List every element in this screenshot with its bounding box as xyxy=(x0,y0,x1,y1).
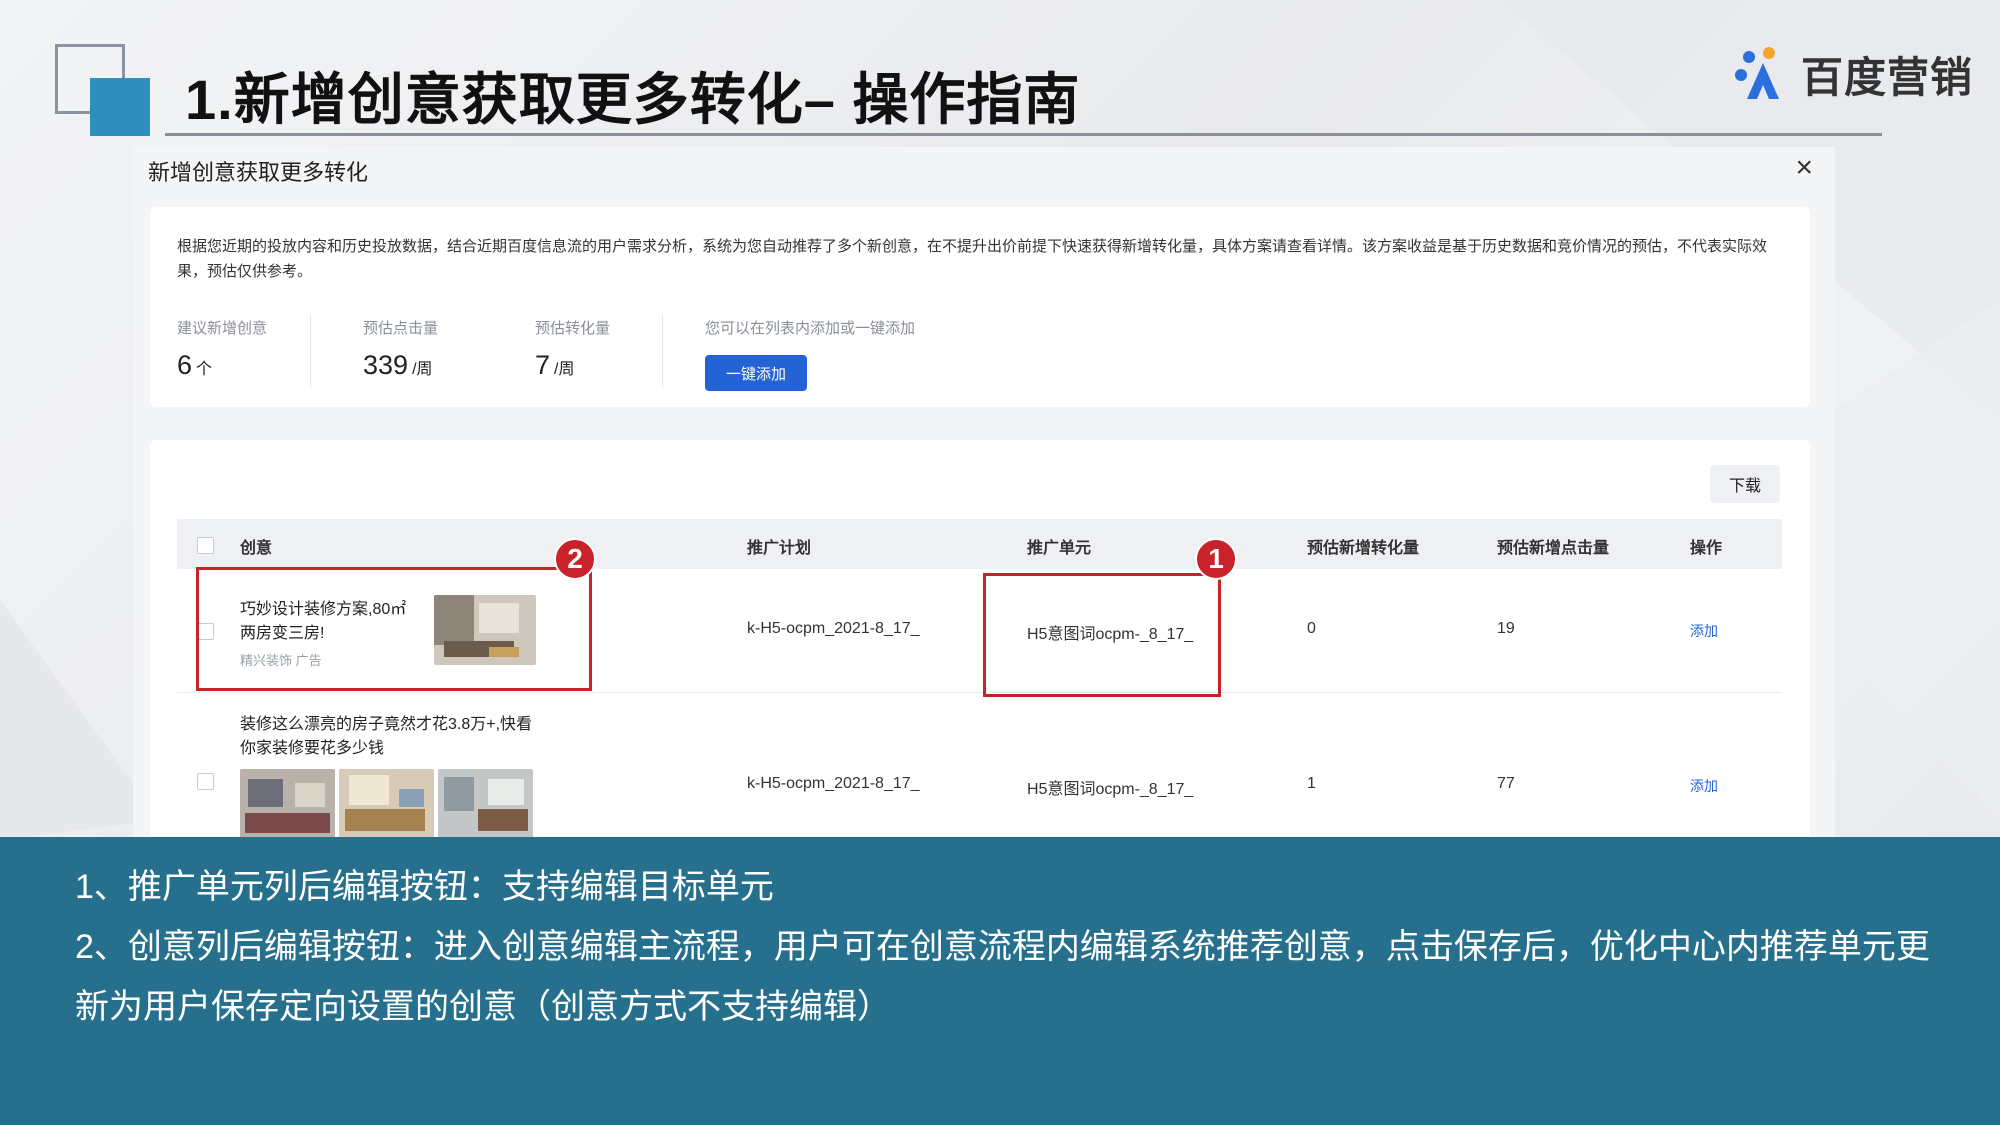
creative-thumbnail xyxy=(240,769,335,837)
add-creative-link[interactable]: 添加 xyxy=(1690,621,1718,641)
note-1: 1、推广单元列后编辑按钮：支持编辑目标单元 xyxy=(75,868,774,906)
est-clicks: 77 xyxy=(1497,775,1515,792)
stat-label: 预估点击量 xyxy=(363,320,439,337)
summary-card: 根据您近期的投放内容和历史投放数据，结合近期百度信息流的用户需求分析，系统为您自… xyxy=(150,207,1810,407)
est-conversions: 0 xyxy=(1307,620,1316,637)
creative-text: 装修这么漂亮的房子竟然才花3.8万+,快看 你家装修要花多少钱 xyxy=(240,716,533,757)
stat-value: 6个 xyxy=(177,350,213,380)
highlight-unit-column xyxy=(983,573,1221,697)
add-all-button[interactable]: 一键添加 xyxy=(705,355,807,391)
est-clicks: 19 xyxy=(1497,620,1515,637)
title-rule xyxy=(165,133,1882,136)
slide-title: 1.新增创意获取更多转化– 操作指南 xyxy=(185,68,1081,131)
stat-estimated-clicks: 预估点击量 339/周 xyxy=(363,317,438,381)
header-action: 操作 xyxy=(1690,540,1723,557)
stat-value: 7/周 xyxy=(535,350,575,380)
stat-suggested-creatives: 建议新增创意 6个 xyxy=(177,317,267,381)
header-creative: 创意 xyxy=(240,540,273,557)
est-conversions: 1 xyxy=(1307,775,1316,792)
header-est-conversions: 预估新增转化量 xyxy=(1307,540,1420,557)
header-unit: 推广单元 xyxy=(1027,540,1092,557)
title-decoration-fill xyxy=(90,78,150,136)
table-row: 装修这么漂亮的房子竟然才花3.8万+,快看 你家装修要花多少钱 k-H5-ocp… xyxy=(177,693,1782,837)
download-button[interactable]: 下载 xyxy=(1710,465,1780,503)
table-header: 创意 推广计划 推广单元 预估新增转化量 预估新增点击量 操作 xyxy=(177,519,1782,569)
add-hint: 您可以在列表内添加或一键添加 xyxy=(705,320,916,337)
notes-band: 1、推广单元列后编辑按钮：支持编辑目标单元 2、创意列后编辑按钮：进入创意编辑主… xyxy=(0,837,2000,1125)
recommendation-modal: 新增创意获取更多转化 × 根据您近期的投放内容和历史投放数据，结合近期百度信息流… xyxy=(133,147,1835,837)
note-2: 2、创意列后编辑按钮：进入创意编辑主流程，用户可在创意流程内编辑系统推荐创意，点… xyxy=(75,928,1930,1026)
plan-name: k-H5-ocpm_2021-8_17_ xyxy=(747,775,920,792)
modal-title: 新增创意获取更多转化 xyxy=(148,160,369,185)
highlight-creative-column xyxy=(196,567,592,691)
stat-label: 预估转化量 xyxy=(535,320,611,337)
brand-mark-icon xyxy=(1735,46,1779,99)
marker-1: 1 xyxy=(1195,538,1237,580)
header-est-clicks: 预估新增点击量 xyxy=(1497,540,1610,557)
plan-name: k-H5-ocpm_2021-8_17_ xyxy=(747,620,920,637)
row-checkbox[interactable] xyxy=(197,773,214,790)
marker-2: 2 xyxy=(554,538,596,580)
brand-logo: 百度营销 xyxy=(1733,44,1973,105)
select-all-checkbox[interactable] xyxy=(197,537,214,554)
stat-label: 建议新增创意 xyxy=(177,320,268,337)
creative-thumbnail xyxy=(438,769,533,837)
stat-value: 339/周 xyxy=(363,350,433,380)
brand-name: 百度营销 xyxy=(1801,54,1974,101)
creative-thumbnail xyxy=(339,769,434,837)
header-plan: 推广计划 xyxy=(747,540,812,557)
stat-estimated-conversions: 预估转化量 7/周 xyxy=(535,317,610,381)
unit-name: H5意图词ocpm-_8_17_ xyxy=(1027,781,1194,798)
add-creative-link[interactable]: 添加 xyxy=(1690,776,1718,796)
stat-divider xyxy=(310,315,311,387)
close-icon[interactable]: × xyxy=(1795,151,1813,185)
summary-description: 根据您近期的投放内容和历史投放数据，结合近期百度信息流的用户需求分析，系统为您自… xyxy=(177,238,1768,280)
stat-divider xyxy=(662,315,663,387)
